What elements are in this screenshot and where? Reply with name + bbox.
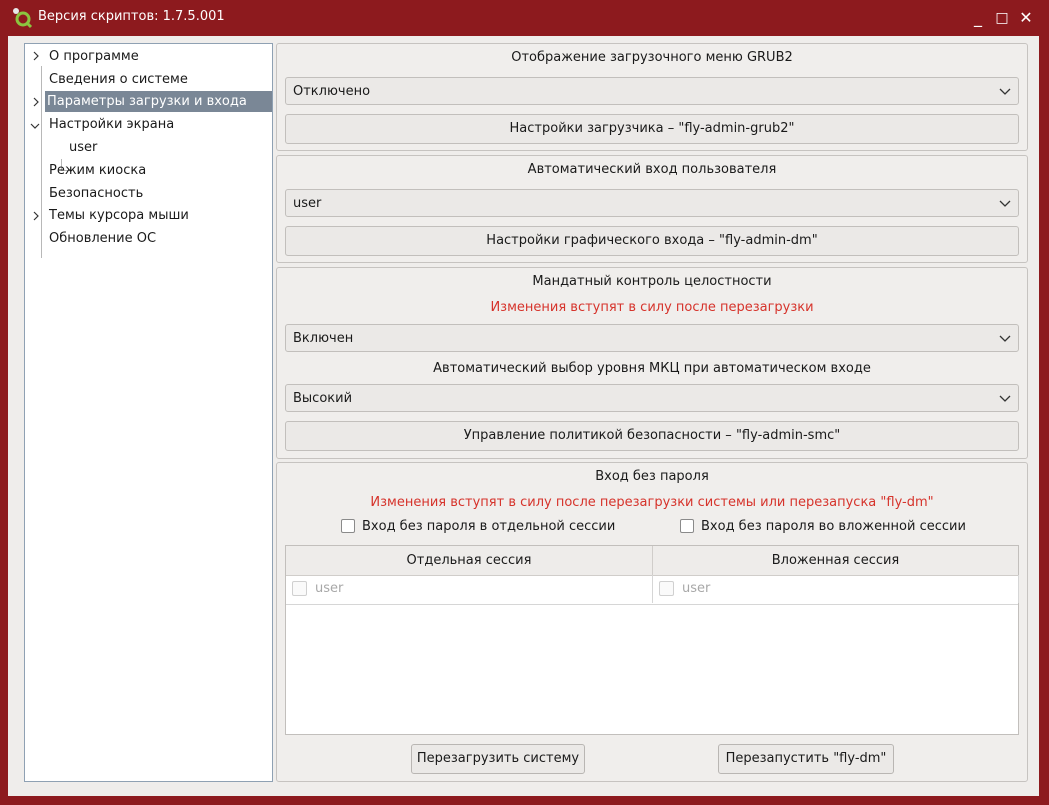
chevron-down-icon xyxy=(999,198,1011,208)
integrity-level-value: Высокий xyxy=(293,391,353,406)
chevron-down-icon[interactable] xyxy=(30,120,40,130)
column-header-nested[interactable]: Вложенная сессия xyxy=(653,546,1018,575)
title-bar[interactable]: Версия скриптов: 1.7.5.001 _ □ ✕ xyxy=(0,0,1049,36)
separate-user-label: user xyxy=(315,581,344,596)
passwordless-title: Вход без пароля xyxy=(595,469,709,484)
separate-user-checkbox[interactable] xyxy=(292,581,307,596)
separate-session-checkbox[interactable] xyxy=(341,519,355,533)
sidebar-item-display-user[interactable]: user xyxy=(67,137,99,158)
integrity-title: Мандатный контроль целостности xyxy=(532,274,772,289)
close-icon[interactable]: ✕ xyxy=(1014,6,1038,30)
table-header: Отдельная сессия Вложенная сессия xyxy=(286,546,1018,576)
app-window: Версия скриптов: 1.7.5.001 _ □ ✕ О прогр… xyxy=(0,0,1049,805)
grub-group: Отображение загрузочного меню GRUB2 Откл… xyxy=(276,43,1028,151)
sidebar-item-boot-login[interactable]: Параметры загрузки и входа xyxy=(45,91,272,112)
chevron-down-icon xyxy=(999,333,1011,343)
nested-session-checkbox[interactable] xyxy=(680,519,694,533)
nested-user-label: user xyxy=(682,581,711,596)
chevron-right-icon[interactable] xyxy=(31,210,41,221)
sidebar-item-about[interactable]: О программе xyxy=(47,46,141,67)
table-cell-nested[interactable]: user xyxy=(653,575,1019,603)
reboot-system-button[interactable]: Перезагрузить систему xyxy=(411,744,585,774)
grub-settings-button[interactable]: Настройки загрузчика – "fly-admin-grub2" xyxy=(285,114,1019,144)
integrity-state-value: Включен xyxy=(293,331,354,346)
chevron-right-icon[interactable] xyxy=(31,96,41,107)
passwordless-warning: Изменения вступят в силу после перезагру… xyxy=(370,495,934,510)
grub-title: Отображение загрузочного меню GRUB2 xyxy=(511,50,793,65)
autologin-user-value: user xyxy=(293,196,322,211)
sidebar-item-security[interactable]: Безопасность xyxy=(47,183,145,204)
grub-menu-value: Отключено xyxy=(293,84,371,99)
autologin-title: Автоматический вход пользователя xyxy=(527,162,777,177)
security-policy-button[interactable]: Управление политикой безопасности – "fly… xyxy=(285,421,1019,451)
chevron-right-icon[interactable] xyxy=(31,50,41,61)
sidebar-item-system-info[interactable]: Сведения о системе xyxy=(47,69,190,90)
grub-menu-select[interactable]: Отключено xyxy=(285,77,1019,105)
maximize-icon[interactable]: □ xyxy=(990,6,1014,30)
settings-tree[interactable]: О программе Сведения о системе Параметры… xyxy=(24,43,273,782)
sidebar-item-display[interactable]: Настройки экрана xyxy=(47,114,176,135)
sidebar-item-cursor-themes[interactable]: Темы курсора мыши xyxy=(47,205,191,226)
integrity-level-title: Автоматический выбор уровня МКЦ при авто… xyxy=(433,361,871,376)
chevron-down-icon xyxy=(999,86,1011,96)
integrity-control-group: Мандатный контроль целостности Изменения… xyxy=(276,267,1028,459)
chevron-down-icon xyxy=(999,393,1011,403)
sidebar-item-os-update[interactable]: Обновление ОС xyxy=(47,228,158,249)
sidebar-item-kiosk[interactable]: Режим киоска xyxy=(47,160,148,181)
nested-user-checkbox[interactable] xyxy=(659,581,674,596)
sessions-table: Отдельная сессия Вложенная сессия user u… xyxy=(285,545,1019,735)
nested-session-label: Вход без пароля во вложенной сессии xyxy=(701,519,966,534)
tree-connector-line xyxy=(41,66,42,258)
integrity-state-select[interactable]: Включен xyxy=(285,324,1019,352)
restart-fly-dm-button[interactable]: Перезапустить "fly-dm" xyxy=(718,744,894,774)
integrity-warning: Изменения вступят в силу после перезагру… xyxy=(490,300,814,315)
client-area: О программе Сведения о системе Параметры… xyxy=(8,36,1039,796)
table-row: user user xyxy=(286,575,1019,605)
window-title: Версия скриптов: 1.7.5.001 xyxy=(38,9,225,24)
app-logo-icon xyxy=(12,7,34,29)
passwordless-group: Вход без пароля Изменения вступят в силу… xyxy=(276,462,1028,782)
table-cell-separate[interactable]: user xyxy=(286,575,653,603)
minimize-icon[interactable]: _ xyxy=(966,6,990,30)
column-header-separate[interactable]: Отдельная сессия xyxy=(286,546,653,575)
autologin-user-select[interactable]: user xyxy=(285,189,1019,217)
integrity-level-select[interactable]: Высокий xyxy=(285,384,1019,412)
autologin-group: Автоматический вход пользователя user На… xyxy=(276,155,1028,263)
separate-session-label: Вход без пароля в отдельной сессии xyxy=(362,519,616,534)
login-settings-button[interactable]: Настройки графического входа – "fly-admi… xyxy=(285,226,1019,256)
